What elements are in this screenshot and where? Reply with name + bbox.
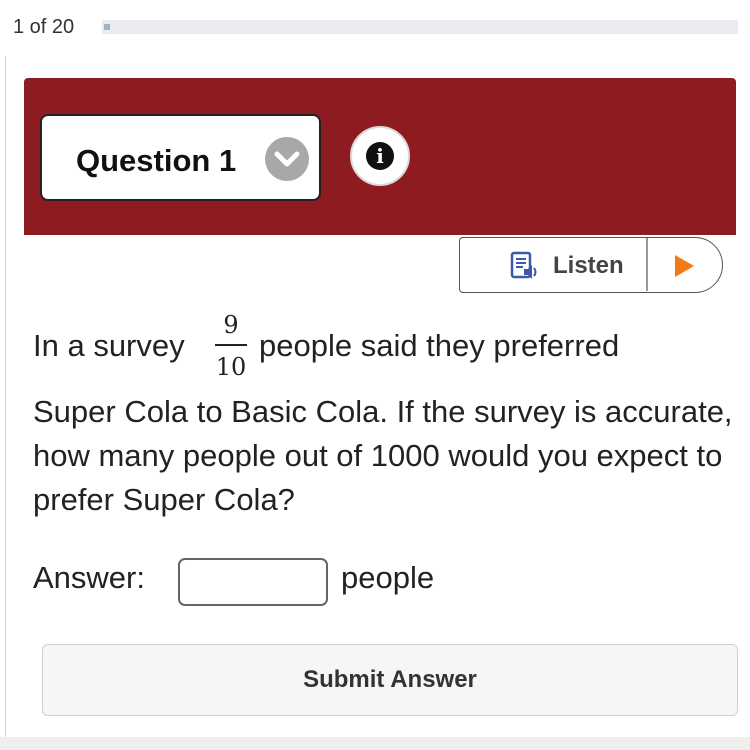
fraction-denominator: 10 xyxy=(215,353,247,381)
fraction: 9 10 xyxy=(215,310,247,390)
submit-answer-button[interactable]: Submit Answer xyxy=(42,644,738,716)
listen-label: Listen xyxy=(553,252,624,279)
page: 1 of 20 Question 1 i Listen In a survey … xyxy=(0,0,750,750)
question-first-line: In a survey 9 10 people said they prefer… xyxy=(33,310,733,390)
bottom-strip xyxy=(0,737,750,750)
answer-input[interactable] xyxy=(178,558,328,606)
fraction-bar xyxy=(215,344,247,346)
info-button[interactable]: i xyxy=(350,126,410,186)
listen-button[interactable]: Listen xyxy=(459,237,723,293)
question-text: In a survey 9 10 people said they prefer… xyxy=(33,310,733,522)
answer-unit: people xyxy=(341,560,435,595)
play-icon[interactable] xyxy=(673,254,695,283)
fraction-numerator: 9 xyxy=(223,311,239,339)
question-select-label: Question 1 xyxy=(76,143,237,178)
left-divider xyxy=(5,56,6,750)
answer-label: Answer: xyxy=(33,560,145,595)
question-select[interactable]: Question 1 xyxy=(40,114,321,201)
question-header: Question 1 i xyxy=(24,78,736,235)
question-text-rest: Super Cola to Basic Cola. If the survey … xyxy=(33,394,733,517)
progress-bar xyxy=(102,20,738,34)
info-icon: i xyxy=(366,142,394,170)
chevron-down-icon xyxy=(265,137,309,181)
progress-text: 1 of 20 xyxy=(13,16,75,38)
question-text-after: people said they preferred xyxy=(259,328,620,363)
progress-fill xyxy=(104,24,110,30)
listen-divider xyxy=(646,238,648,291)
question-text-before: In a survey xyxy=(33,328,185,363)
question-card: Question 1 i Listen In a survey 9 10 peo… xyxy=(24,78,738,750)
document-speaker-icon xyxy=(510,251,540,286)
progress-row: 1 of 20 xyxy=(0,0,750,56)
